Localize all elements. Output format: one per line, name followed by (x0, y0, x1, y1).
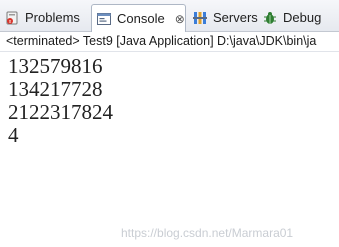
console-icon (96, 11, 112, 27)
watermark: https://blog.csdn.net/Marmara01 (121, 226, 294, 240)
tab-debug-label: Debug (283, 10, 322, 25)
eclipse-console-view: x Problems Console ⊗ Servers Debug <term… (0, 0, 339, 247)
tab-debug[interactable]: Debug (262, 4, 321, 31)
console-line: 132579816 (8, 54, 103, 78)
console-line: 134217728 (8, 77, 103, 101)
servers-icon (192, 10, 208, 26)
tab-console[interactable]: Console ⊗ (91, 4, 186, 32)
problems-icon: x (4, 10, 20, 26)
console-output[interactable]: 132579816 134217728 2122317824 4 (0, 53, 339, 247)
tab-problems[interactable]: x Problems (4, 4, 80, 31)
tab-console-label: Console (117, 11, 165, 26)
view-tab-bar: x Problems Console ⊗ Servers Debug (0, 0, 339, 32)
tab-servers-label: Servers (213, 10, 258, 25)
tab-problems-label: Problems (25, 10, 80, 25)
console-line: 2122317824 (8, 100, 113, 124)
debug-icon (262, 10, 278, 26)
tab-servers[interactable]: Servers (192, 4, 258, 31)
console-line: 4 (8, 123, 19, 147)
console-status-line: <terminated> Test9 [Java Application] D:… (0, 32, 339, 52)
close-icon[interactable]: ⊗ (175, 13, 185, 25)
